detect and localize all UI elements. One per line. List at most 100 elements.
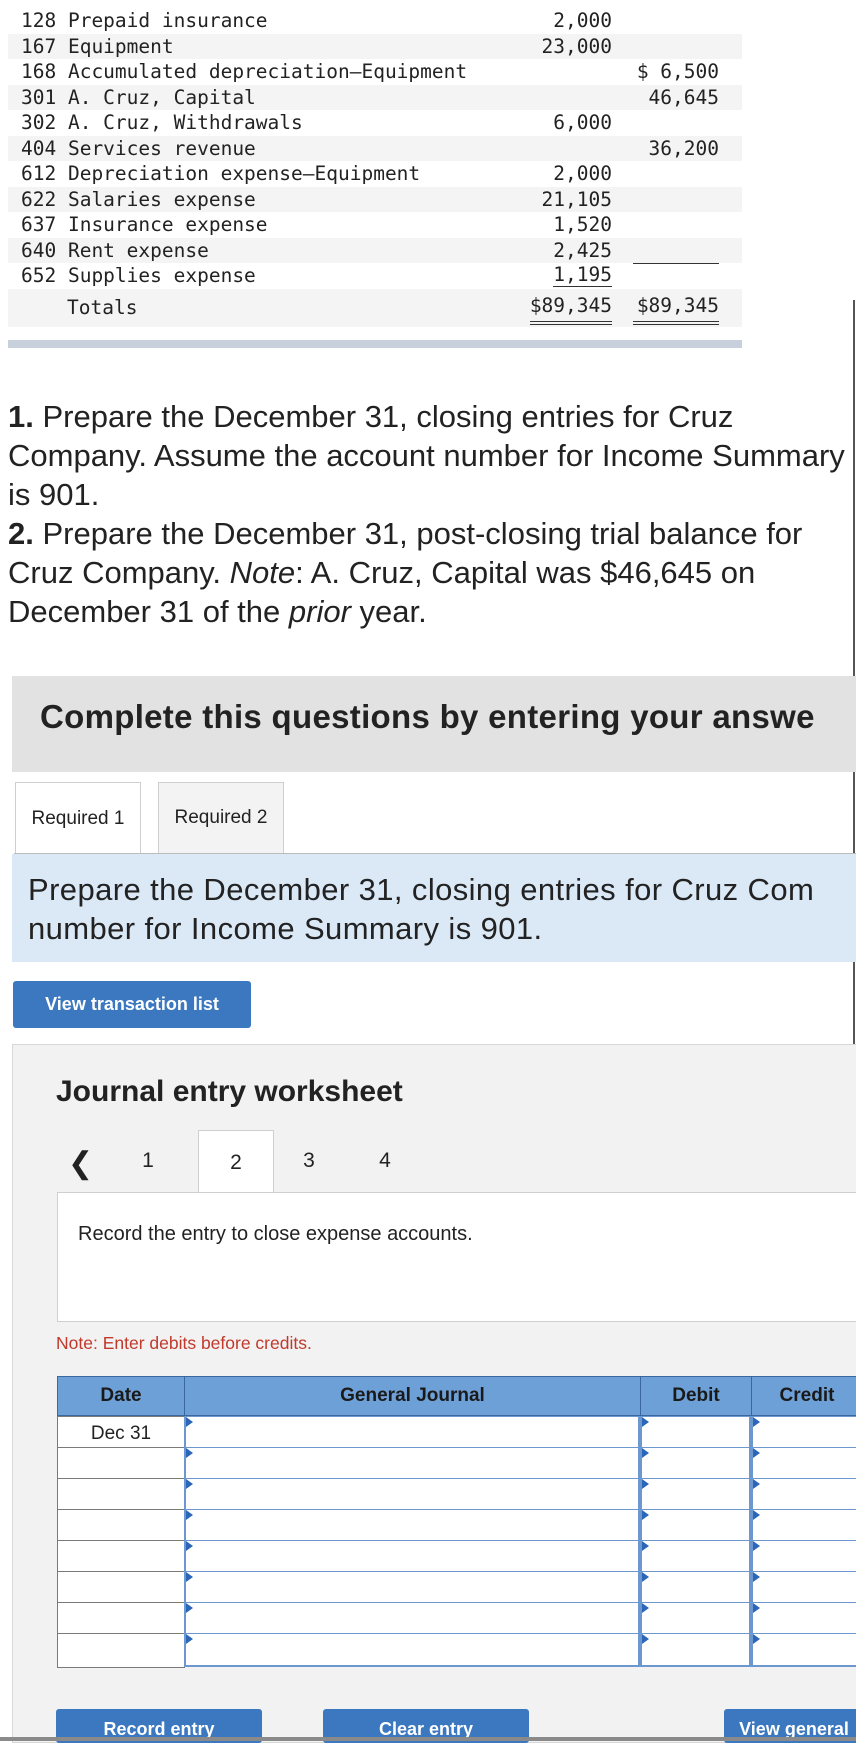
journal-header-row: Date General Journal Debit Credit bbox=[57, 1376, 856, 1416]
table-row: 612 Depreciation expense—Equipment 2,000 bbox=[8, 161, 742, 187]
debit-amount: 2,425 bbox=[553, 238, 612, 262]
account-name: 301 A. Cruz, Capital bbox=[21, 85, 256, 109]
credit-input[interactable] bbox=[751, 1633, 856, 1667]
account-name: 637 Insurance expense bbox=[21, 213, 268, 236]
account-name: 640 Rent expense bbox=[21, 238, 209, 262]
account-select[interactable] bbox=[184, 1447, 640, 1481]
credit-input[interactable] bbox=[751, 1602, 856, 1636]
date-cell[interactable] bbox=[57, 1571, 185, 1606]
q2-prior: prior bbox=[288, 594, 351, 629]
account-select[interactable] bbox=[184, 1540, 640, 1574]
q1-number: 1. bbox=[8, 399, 34, 434]
date-cell[interactable] bbox=[57, 1509, 185, 1544]
credit-input[interactable] bbox=[751, 1416, 856, 1450]
q2-number: 2. bbox=[8, 516, 34, 551]
header-general-journal: General Journal bbox=[185, 1377, 641, 1415]
credit-amount: 46,645 bbox=[648, 85, 719, 109]
table-row: 128 Prepaid insurance 2,000 bbox=[8, 8, 742, 34]
journal-entry-worksheet: Journal entry worksheet ❮ 1 2 3 4 Record… bbox=[12, 1044, 856, 1743]
account-name: 168 Accumulated depreciation—Equipment bbox=[21, 60, 468, 83]
debit-input[interactable] bbox=[640, 1416, 751, 1450]
entry-description: Record the entry to close expense accoun… bbox=[78, 1223, 473, 1245]
date-cell[interactable] bbox=[57, 1478, 185, 1513]
date-cell[interactable] bbox=[57, 1447, 185, 1482]
tab-required-1[interactable]: Required 1 bbox=[15, 782, 141, 855]
account-name: 622 Salaries expense bbox=[21, 187, 256, 211]
account-select[interactable] bbox=[184, 1509, 640, 1543]
account-select[interactable] bbox=[184, 1633, 640, 1667]
table-row: 640 Rent expense 2,425 bbox=[8, 237, 742, 263]
credit-input[interactable] bbox=[751, 1540, 856, 1574]
worksheet-pager: ❮ 1 2 3 4 bbox=[56, 1130, 846, 1194]
account-name: 404 Services revenue bbox=[21, 136, 256, 160]
table-row: 167 Equipment 23,000 bbox=[8, 33, 742, 59]
totals-label: Totals bbox=[67, 295, 138, 319]
complete-banner: Complete this questions by entering your… bbox=[12, 676, 856, 772]
account-select[interactable] bbox=[184, 1478, 640, 1512]
instructions: 1. Prepare the December 31, closing entr… bbox=[8, 397, 848, 631]
credit-input[interactable] bbox=[751, 1571, 856, 1605]
account-name: 612 Depreciation expense—Equipment bbox=[21, 162, 421, 185]
page-3[interactable]: 3 bbox=[272, 1130, 346, 1192]
date-cell[interactable] bbox=[57, 1633, 185, 1668]
credit-amount: $ 6,500 bbox=[636, 60, 719, 83]
page-2[interactable]: 2 bbox=[198, 1130, 274, 1194]
credit-input[interactable] bbox=[751, 1447, 856, 1481]
date-cell[interactable] bbox=[57, 1540, 185, 1575]
debit-input[interactable] bbox=[640, 1602, 751, 1636]
account-name: 302 A. Cruz, Withdrawals bbox=[21, 111, 303, 134]
table-row: 301 A. Cruz, Capital 46,645 bbox=[8, 84, 742, 110]
debit-input[interactable] bbox=[640, 1509, 751, 1543]
page-1[interactable]: 1 bbox=[111, 1130, 185, 1192]
credit-amount: 36,200 bbox=[648, 136, 719, 160]
worksheet-title: Journal entry worksheet bbox=[56, 1075, 403, 1108]
page-4[interactable]: 4 bbox=[348, 1130, 422, 1192]
chevron-left-icon[interactable]: ❮ bbox=[68, 1146, 93, 1181]
debit-amount: 1,195 bbox=[553, 263, 612, 287]
header-credit: Credit bbox=[779, 1385, 835, 1406]
totals-row: Totals $89,345 $89,345 bbox=[8, 288, 742, 327]
bottom-scroll-bar bbox=[0, 1737, 856, 1741]
account-name: 167 Equipment bbox=[21, 34, 174, 58]
table-row: 637 Insurance expense 1,520 bbox=[8, 212, 742, 238]
entry-description-box: Record the entry to close expense accoun… bbox=[57, 1192, 856, 1322]
q1-text: Prepare the December 31, closing entries… bbox=[8, 399, 845, 512]
debit-input[interactable] bbox=[640, 1540, 751, 1574]
debit-amount: 2,000 bbox=[553, 9, 612, 32]
debit-input[interactable] bbox=[640, 1633, 751, 1667]
banner-text: Complete this questions by entering your… bbox=[40, 698, 815, 735]
q2-text-c: year. bbox=[350, 594, 427, 629]
account-select[interactable] bbox=[184, 1602, 640, 1636]
account-select[interactable] bbox=[184, 1416, 640, 1450]
tab-required-2[interactable]: Required 2 bbox=[158, 782, 284, 854]
total-debit: $89,345 bbox=[529, 291, 612, 325]
debit-amount: 21,105 bbox=[541, 187, 612, 211]
prompt-text: Prepare the December 31, closing entries… bbox=[28, 872, 815, 946]
q2-note-label: Note bbox=[229, 555, 296, 590]
credit-input[interactable] bbox=[751, 1478, 856, 1512]
table-scroll-bar[interactable] bbox=[8, 340, 742, 348]
table-row: 622 Salaries expense 21,105 bbox=[8, 186, 742, 212]
table-row: 404 Services revenue 36,200 bbox=[8, 135, 742, 161]
debit-amount: 6,000 bbox=[553, 111, 612, 134]
account-name: 128 Prepaid insurance bbox=[21, 9, 268, 32]
date-cell[interactable] bbox=[57, 1602, 185, 1637]
header-debit: Debit bbox=[641, 1377, 752, 1415]
account-name: 652 Supplies expense bbox=[21, 264, 256, 287]
credit-input[interactable] bbox=[751, 1509, 856, 1543]
view-transaction-list-button[interactable]: View transaction list bbox=[13, 981, 251, 1028]
debit-amount: 23,000 bbox=[541, 34, 612, 58]
debit-input[interactable] bbox=[640, 1571, 751, 1605]
table-row: 302 A. Cruz, Withdrawals 6,000 bbox=[8, 110, 742, 136]
trial-balance-table: 128 Prepaid insurance 2,000 167 Equipment 2… bbox=[8, 8, 742, 327]
debit-input[interactable] bbox=[640, 1478, 751, 1512]
total-credit: $89,345 bbox=[633, 291, 719, 325]
debit-input[interactable] bbox=[640, 1447, 751, 1481]
task-prompt: Prepare the December 31, closing entries… bbox=[12, 854, 856, 962]
credit-amount bbox=[633, 263, 719, 264]
date-cell[interactable]: Dec 31 bbox=[57, 1416, 185, 1451]
header-date: Date bbox=[58, 1377, 185, 1415]
account-select[interactable] bbox=[184, 1571, 640, 1605]
debits-note: Note: Enter debits before credits. bbox=[56, 1333, 312, 1353]
debit-amount: 2,000 bbox=[553, 162, 612, 185]
